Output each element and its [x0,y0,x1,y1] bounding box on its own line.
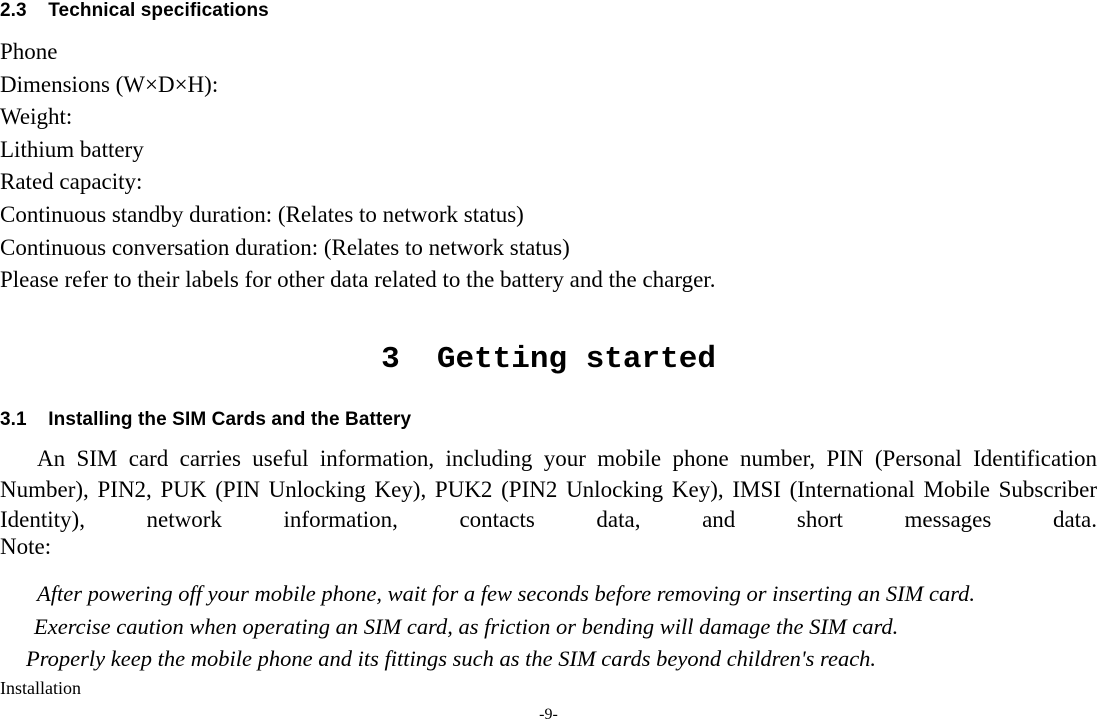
document-page: 2.3 Technical specifications Phone Dimen… [0,0,1097,726]
note-item-keep-beyond-children: Properly keep the mobile phone and its f… [26,646,877,671]
note-label: Note: [0,534,52,559]
note-item-exercise-caution: Exercise caution when operating an SIM c… [34,613,899,639]
note-list: After powering off your mobile phone, wa… [0,578,1097,676]
spec-line-labels-note: Please refer to their labels for other d… [0,267,716,293]
spec-line-lithium-battery: Lithium battery [0,136,144,162]
spec-line-dimensions: Dimensions (W×D×H): [0,71,219,97]
spec-line-standby-duration: Continuous standby duration: (Relates to… [0,201,524,227]
technical-specifications-list: Phone Dimensions (W×D×H): Weight: Lithiu… [0,36,1097,297]
chapter-heading-3: 3 Getting started [381,342,716,377]
page-number: -9- [539,706,558,723]
section-heading-2-3: 2.3 Technical specifications [0,0,269,21]
footer-running-head: Installation [0,678,81,698]
section-heading-3-1: 3.1 Installing the SIM Cards and the Bat… [0,409,412,430]
note-item-power-off: After powering off your mobile phone, wa… [37,581,976,606]
spec-line-phone: Phone [0,39,58,64]
spec-line-conversation-duration: Continuous conversation duration: (Relat… [0,234,570,260]
body-paragraph-sim-card-info: An SIM card carries useful information, … [0,446,1097,532]
spec-line-weight: Weight: [0,104,73,130]
spec-line-rated-capacity: Rated capacity: [0,169,143,195]
